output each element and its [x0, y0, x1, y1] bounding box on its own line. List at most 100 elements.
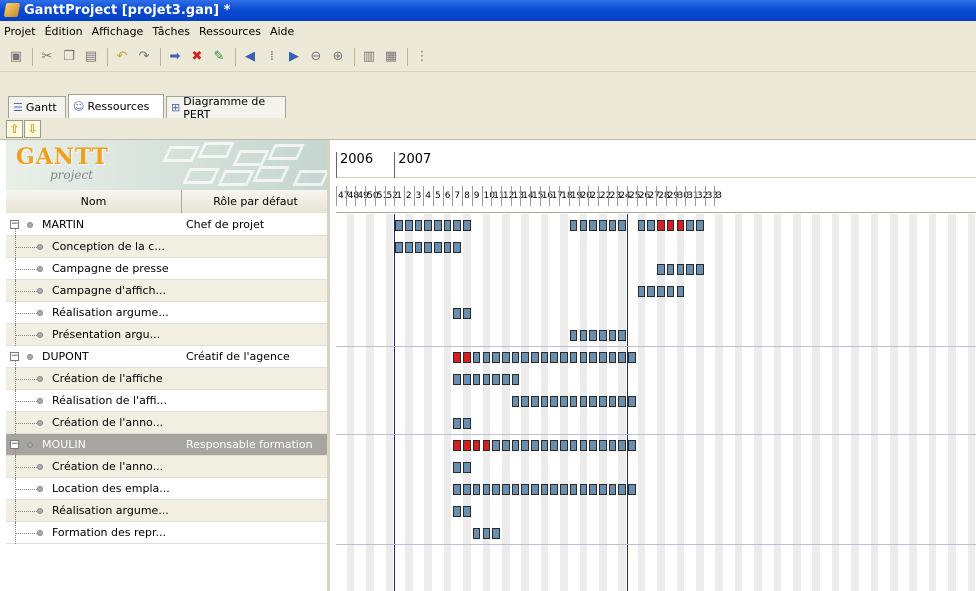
load-bar[interactable]: [666, 220, 675, 231]
load-bar[interactable]: [647, 220, 656, 231]
assignment-row[interactable]: Réalisation argume...: [6, 301, 327, 324]
scroll-right-icon[interactable]: ▶: [284, 47, 304, 67]
load-bar[interactable]: [395, 242, 403, 253]
redo-icon[interactable]: ↷: [134, 47, 154, 67]
cut-icon[interactable]: ✂: [37, 47, 57, 67]
column-header-role[interactable]: Rôle par défaut: [182, 190, 327, 213]
assignment-row[interactable]: Réalisation de l'affi...: [6, 389, 327, 412]
load-bar[interactable]: [463, 308, 471, 319]
properties-icon[interactable]: ✎: [209, 47, 229, 67]
load-bar[interactable]: [453, 352, 462, 363]
load-bar[interactable]: [414, 220, 423, 231]
load-bar[interactable]: [492, 374, 500, 385]
load-bar[interactable]: [618, 220, 626, 231]
load-bar[interactable]: [463, 440, 471, 451]
load-bar[interactable]: [540, 484, 549, 495]
load-bar[interactable]: [463, 484, 471, 495]
load-bar[interactable]: [618, 352, 626, 363]
load-bar[interactable]: [540, 396, 549, 407]
load-bar[interactable]: [531, 484, 539, 495]
load-bar[interactable]: [579, 220, 588, 231]
load-bar[interactable]: [589, 396, 597, 407]
load-bar[interactable]: [579, 330, 588, 341]
load-bar[interactable]: [560, 396, 568, 407]
load-bar[interactable]: [472, 440, 481, 451]
load-bar[interactable]: [589, 352, 597, 363]
resource-row[interactable]: − MARTIN Chef de projet: [6, 214, 327, 236]
load-bar[interactable]: [501, 484, 510, 495]
load-bar[interactable]: [676, 264, 685, 275]
load-bar[interactable]: [453, 440, 462, 451]
load-bar[interactable]: [676, 286, 685, 297]
load-bar[interactable]: [482, 440, 491, 451]
load-bar[interactable]: [569, 352, 578, 363]
load-bar[interactable]: [521, 396, 529, 407]
assignment-row[interactable]: Conception de la c...: [6, 235, 327, 258]
load-bar[interactable]: [521, 440, 529, 451]
load-bar[interactable]: [618, 484, 626, 495]
load-bar[interactable]: [637, 220, 646, 231]
load-bar[interactable]: [569, 220, 578, 231]
menu-ressources[interactable]: Ressources: [199, 25, 261, 38]
indent-icon[interactable]: ▥: [359, 47, 379, 67]
load-bar[interactable]: [628, 440, 636, 451]
load-bar[interactable]: [560, 352, 568, 363]
load-bar[interactable]: [492, 528, 500, 539]
copy-icon[interactable]: ❐: [59, 47, 79, 67]
collapse-toggle-icon[interactable]: −: [10, 352, 19, 361]
load-bar[interactable]: [501, 374, 510, 385]
load-bar[interactable]: [511, 352, 520, 363]
load-bar[interactable]: [453, 484, 462, 495]
save-icon[interactable]: ▣: [6, 47, 26, 67]
load-bar[interactable]: [618, 440, 626, 451]
load-bar[interactable]: [608, 220, 617, 231]
load-bar[interactable]: [569, 396, 578, 407]
menu-affichage[interactable]: Affichage: [92, 25, 144, 38]
load-bar[interactable]: [657, 286, 665, 297]
load-bar[interactable]: [463, 506, 471, 517]
load-bar[interactable]: [453, 374, 462, 385]
load-bar[interactable]: [550, 352, 559, 363]
load-bar[interactable]: [686, 264, 694, 275]
load-bar[interactable]: [472, 484, 481, 495]
load-bar[interactable]: [569, 440, 578, 451]
load-bar[interactable]: [521, 484, 529, 495]
assignment-row[interactable]: Campagne de presse: [6, 257, 327, 280]
tab-gantt[interactable]: ☰ Gantt: [8, 96, 66, 118]
load-bar[interactable]: [628, 352, 636, 363]
undo-icon[interactable]: ↶: [112, 47, 132, 67]
load-bar[interactable]: [618, 330, 626, 341]
load-bar[interactable]: [492, 352, 500, 363]
outdent-icon[interactable]: ▦: [381, 47, 401, 67]
load-bar[interactable]: [598, 484, 607, 495]
menu-edition[interactable]: Édition: [45, 25, 83, 38]
load-bar[interactable]: [569, 484, 578, 495]
load-bar[interactable]: [472, 528, 481, 539]
move-down-icon[interactable]: ⇩: [24, 119, 41, 138]
load-bar[interactable]: [395, 220, 403, 231]
load-bar[interactable]: [463, 462, 471, 473]
load-bar[interactable]: [501, 440, 510, 451]
load-bar[interactable]: [550, 484, 559, 495]
column-header-name[interactable]: Nom: [6, 190, 182, 213]
load-bar[interactable]: [608, 352, 617, 363]
load-bar[interactable]: [443, 242, 452, 253]
load-bar[interactable]: [453, 242, 462, 253]
load-bar[interactable]: [453, 462, 462, 473]
load-bar[interactable]: [579, 396, 588, 407]
load-bar[interactable]: [511, 374, 520, 385]
load-bar[interactable]: [472, 374, 481, 385]
load-bar[interactable]: [550, 396, 559, 407]
load-bar[interactable]: [414, 242, 423, 253]
load-bar[interactable]: [531, 440, 539, 451]
load-bar[interactable]: [647, 286, 656, 297]
load-bar[interactable]: [472, 352, 481, 363]
load-bar[interactable]: [463, 418, 471, 429]
load-bar[interactable]: [434, 220, 442, 231]
load-bar[interactable]: [598, 330, 607, 341]
load-bar[interactable]: [628, 484, 636, 495]
load-bar[interactable]: [579, 484, 588, 495]
assignment-row[interactable]: Réalisation argume...: [6, 499, 327, 522]
paste-icon[interactable]: ▤: [81, 47, 101, 67]
load-bar[interactable]: [511, 440, 520, 451]
